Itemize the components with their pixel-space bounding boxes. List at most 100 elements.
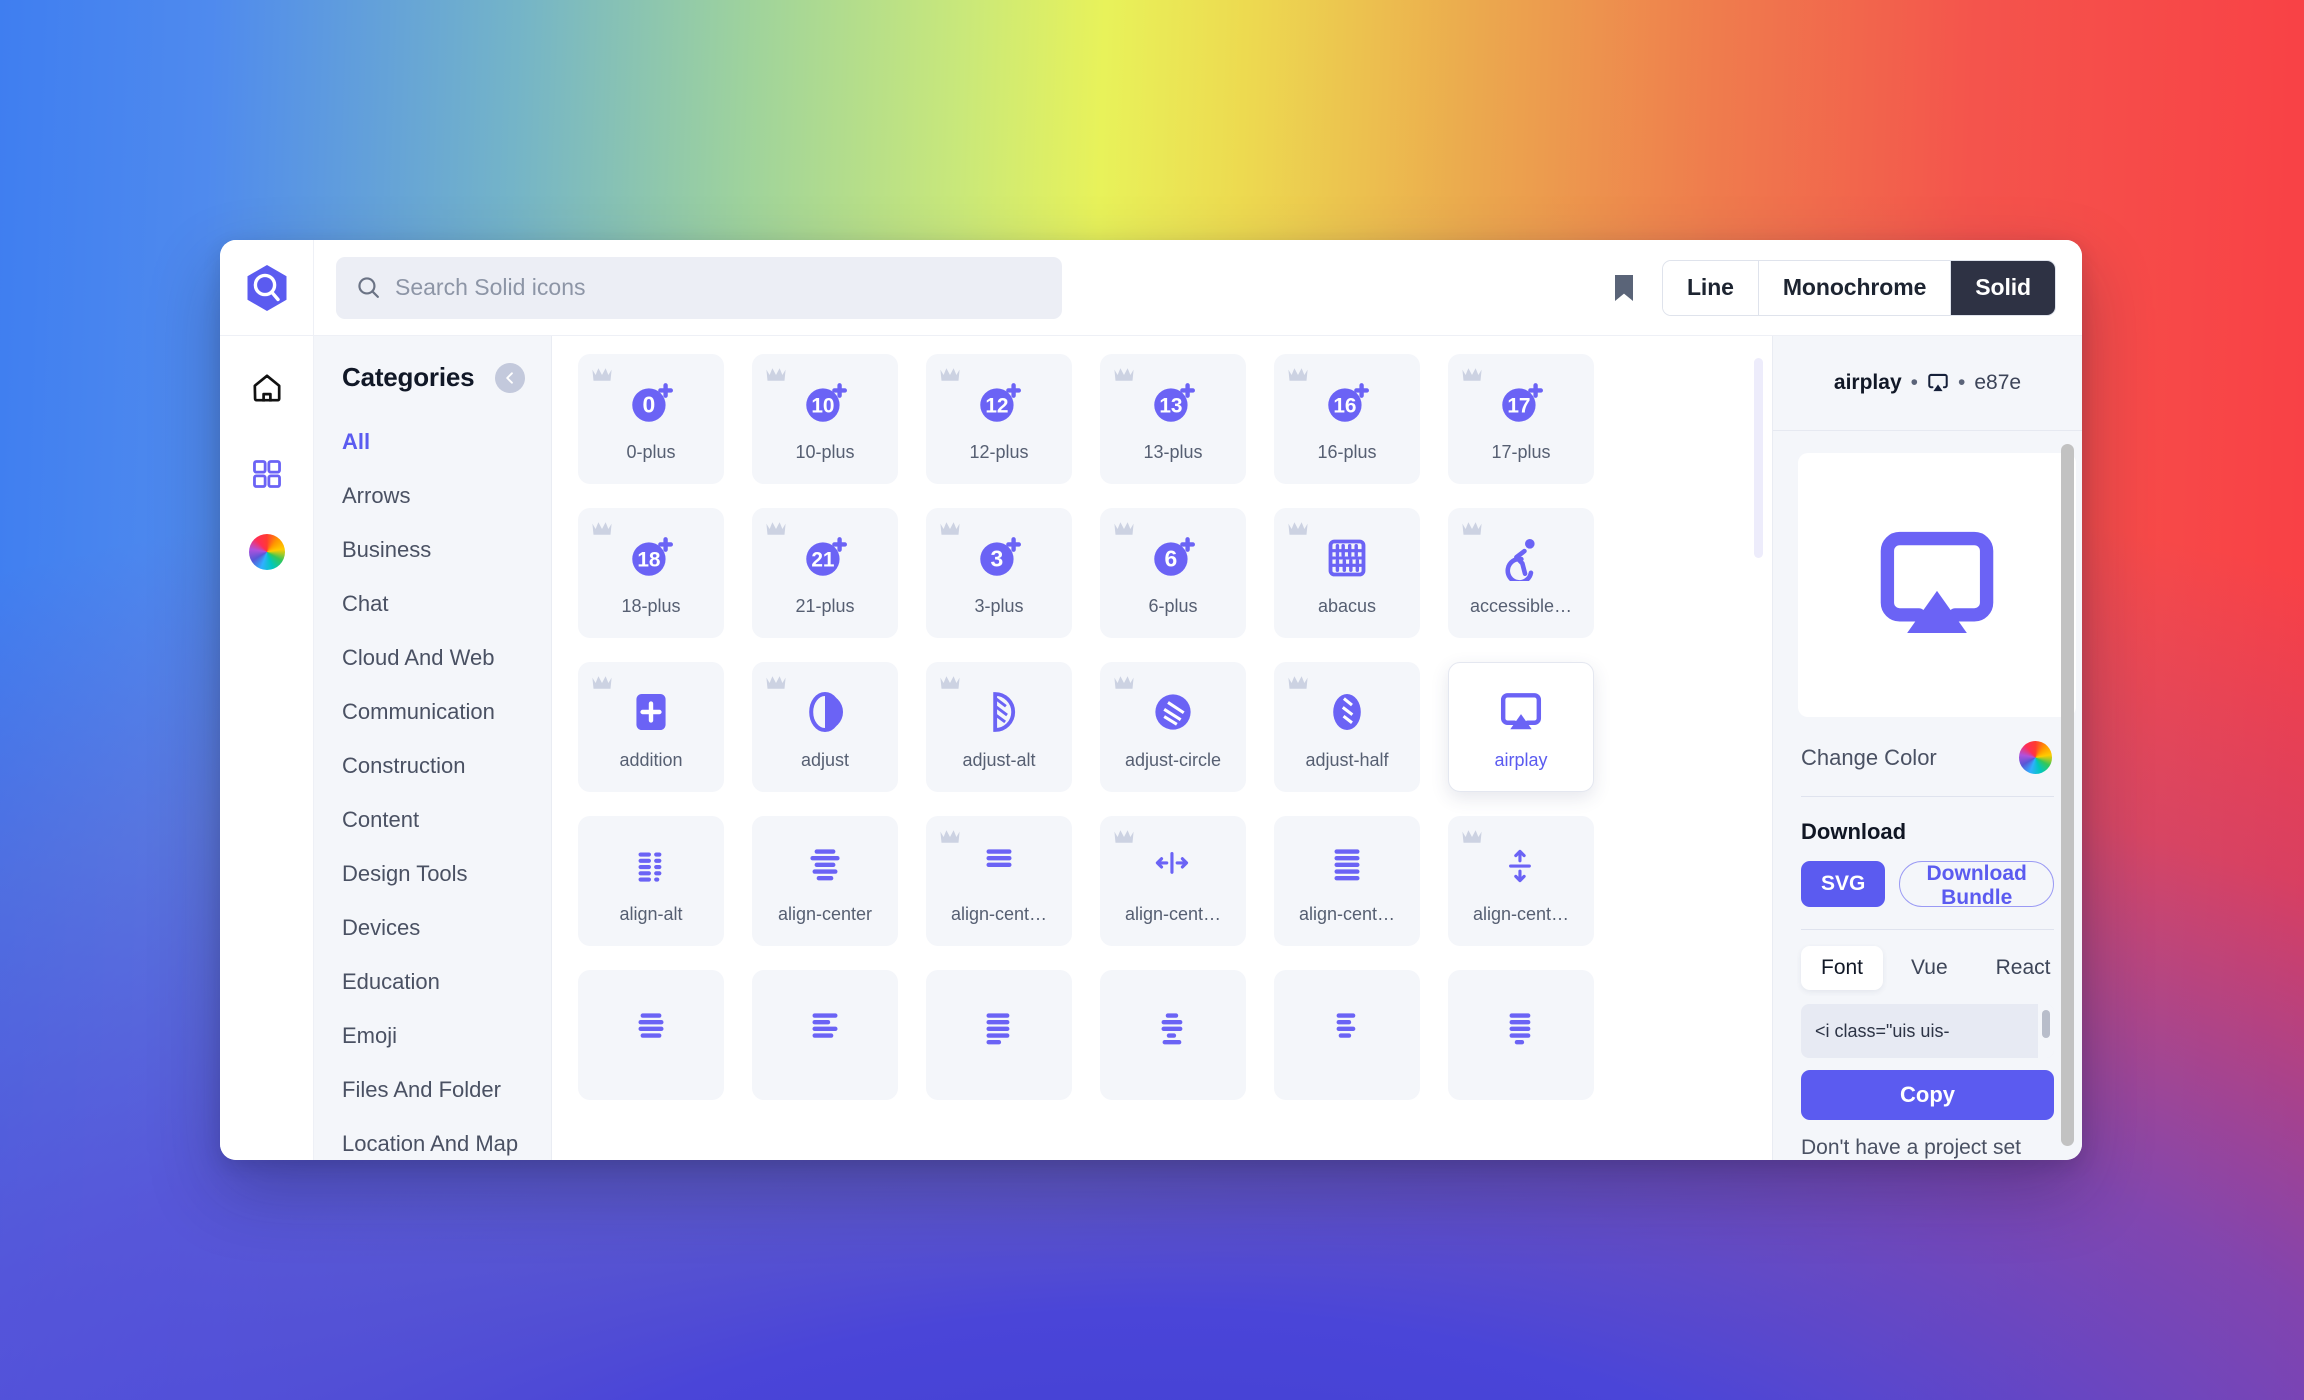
- icon-card[interactable]: [926, 970, 1072, 1100]
- download-bundle-button[interactable]: Download Bundle: [1899, 861, 2054, 909]
- sidebar-item-business[interactable]: Business: [314, 523, 551, 577]
- icon-card-17-plus[interactable]: 17 17-plus: [1448, 354, 1594, 484]
- change-color-wheel-icon[interactable]: [2019, 741, 2052, 774]
- icon-card[interactable]: [752, 970, 898, 1100]
- sidebar-item-construction[interactable]: Construction: [314, 739, 551, 793]
- collapse-sidebar-button[interactable]: [495, 362, 525, 393]
- search-icon: [358, 277, 379, 298]
- search-input[interactable]: [395, 274, 1042, 301]
- icon-art: [802, 684, 848, 740]
- icon-card-align-alt[interactable]: align-alt: [578, 816, 724, 946]
- icon-art: 10: [800, 376, 850, 432]
- icon-card-16-plus[interactable]: 16 16-plus: [1274, 354, 1420, 484]
- tab-react[interactable]: React: [1976, 946, 2071, 990]
- icon-card-align-cent[interactable]: align-cent…: [926, 816, 1072, 946]
- icon-card-accessible[interactable]: accessible…: [1448, 508, 1594, 638]
- app-window: Line Monochrome Solid: [220, 240, 2082, 1160]
- icon-card-21-plus[interactable]: 21 21-plus: [752, 508, 898, 638]
- tab-font[interactable]: Font: [1801, 946, 1884, 990]
- icon-card[interactable]: [1274, 970, 1420, 1100]
- sidebar-item-cloud-and-web[interactable]: Cloud And Web: [314, 631, 551, 685]
- download-svg-button[interactable]: SVG: [1801, 861, 1886, 907]
- icon-card-adjust-half[interactable]: adjust-half: [1274, 662, 1420, 792]
- sidebar-item-arrows[interactable]: Arrows: [314, 469, 551, 523]
- icon-card-3-plus[interactable]: 3 3-plus: [926, 508, 1072, 638]
- code-scrollbar[interactable]: [2042, 1010, 2050, 1038]
- icon-card-align-cent[interactable]: align-cent…: [1274, 816, 1420, 946]
- icon-card-12-plus[interactable]: 12 12-plus: [926, 354, 1072, 484]
- copy-button[interactable]: Copy: [1801, 1070, 2054, 1120]
- svg-text:21: 21: [811, 548, 834, 571]
- sidebar-item-communication[interactable]: Communication: [314, 685, 551, 739]
- icon-grid: 0 0-plus 10 10-plus 12 12-plus 13 13-plu…: [578, 354, 1742, 1100]
- icon-card-label: airplay: [1494, 749, 1548, 770]
- icon-card-align-cent[interactable]: align-cent…: [1448, 816, 1594, 946]
- crown-icon: [1462, 522, 1482, 535]
- pro-crown-badge: [1461, 828, 1483, 850]
- search-box[interactable]: [336, 256, 1062, 319]
- align-bars-icon: [638, 1013, 664, 1038]
- adjust-circle-icon: [1155, 693, 1191, 730]
- sidebar-item-design-tools[interactable]: Design Tools: [314, 847, 551, 901]
- icon-card-13-plus[interactable]: 13 13-plus: [1100, 354, 1246, 484]
- sidebar-item-location-and-map[interactable]: Location And Map: [314, 1117, 551, 1160]
- icon-card[interactable]: [1448, 970, 1594, 1100]
- icon-card[interactable]: [1100, 970, 1246, 1100]
- icon-card-align-center[interactable]: align-center: [752, 816, 898, 946]
- airplay-icon: [1928, 373, 1948, 392]
- rail-item-home[interactable]: [241, 362, 293, 414]
- bookmark-button[interactable]: [1612, 273, 1636, 303]
- icon-grid-scrollbar[interactable]: [1754, 358, 1763, 558]
- icon-art: 21: [800, 530, 850, 586]
- sidebar-item-files-and-folder[interactable]: Files And Folder: [314, 1063, 551, 1117]
- icon-card-10-plus[interactable]: 10 10-plus: [752, 354, 898, 484]
- icon-art: 0: [626, 376, 676, 432]
- pro-crown-badge: [765, 366, 787, 388]
- rail-item-color-wheel-icon[interactable]: [248, 534, 285, 570]
- icon-card-label: 18-plus: [621, 595, 681, 616]
- icon-card-label: abacus: [1317, 595, 1377, 616]
- icon-card-abacus[interactable]: abacus: [1274, 508, 1420, 638]
- svg-text:16: 16: [1333, 394, 1356, 417]
- icon-card-adjust-circle[interactable]: adjust-circle: [1100, 662, 1246, 792]
- icon-card[interactable]: [578, 970, 724, 1100]
- pro-crown-badge: [1287, 366, 1309, 388]
- style-option-monochrome[interactable]: Monochrome: [1758, 260, 1952, 315]
- icon-card-align-cent[interactable]: align-cent…: [1100, 816, 1246, 946]
- style-option-solid[interactable]: Solid: [1951, 260, 2055, 315]
- icon-card-18-plus[interactable]: 18 18-plus: [578, 508, 724, 638]
- icon-card-label: 13-plus: [1143, 441, 1203, 462]
- crown-icon: [1288, 368, 1308, 381]
- icon-card-airplay[interactable]: airplay: [1448, 662, 1594, 792]
- svg-text:13: 13: [1159, 394, 1182, 417]
- icon-card-6-plus[interactable]: 6 6-plus: [1100, 508, 1246, 638]
- sidebar-item-chat[interactable]: Chat: [314, 577, 551, 631]
- icon-card-adjust[interactable]: adjust: [752, 662, 898, 792]
- pro-crown-badge: [1113, 674, 1135, 696]
- code-snippet-box[interactable]: <i class="uis uis-: [1801, 1004, 2054, 1058]
- addition-icon: [636, 693, 666, 730]
- icon-art: 6: [1148, 530, 1198, 586]
- categories-title: Categories: [342, 362, 475, 392]
- sidebar-item-devices[interactable]: Devices: [314, 901, 551, 955]
- app-logo[interactable]: [220, 240, 314, 336]
- style-option-line[interactable]: Line: [1662, 260, 1759, 315]
- icon-art: [1322, 1002, 1372, 1058]
- tab-vue[interactable]: Vue: [1891, 946, 1968, 990]
- icon-card-0-plus[interactable]: 0 0-plus: [578, 354, 724, 484]
- icon-art: [1148, 838, 1198, 894]
- sidebar-item-all[interactable]: All: [314, 415, 551, 469]
- icon-card-adjust-alt[interactable]: adjust-alt: [926, 662, 1072, 792]
- rail-item-browse[interactable]: [241, 448, 293, 500]
- detail-icon-name: airplay: [1833, 371, 1902, 394]
- sidebar-item-content[interactable]: Content: [314, 793, 551, 847]
- pro-crown-badge: [1113, 520, 1135, 542]
- crown-icon: [940, 522, 960, 535]
- icon-card-addition[interactable]: addition: [578, 662, 724, 792]
- sidebar-item-education[interactable]: Education: [314, 955, 551, 1009]
- icon-art: [628, 684, 674, 740]
- sidebar-item-emoji[interactable]: Emoji: [314, 1009, 551, 1063]
- crown-icon: [1114, 676, 1134, 689]
- align-bars-icon: [810, 848, 840, 880]
- detail-panel-scrollbar[interactable]: [2061, 444, 2074, 1146]
